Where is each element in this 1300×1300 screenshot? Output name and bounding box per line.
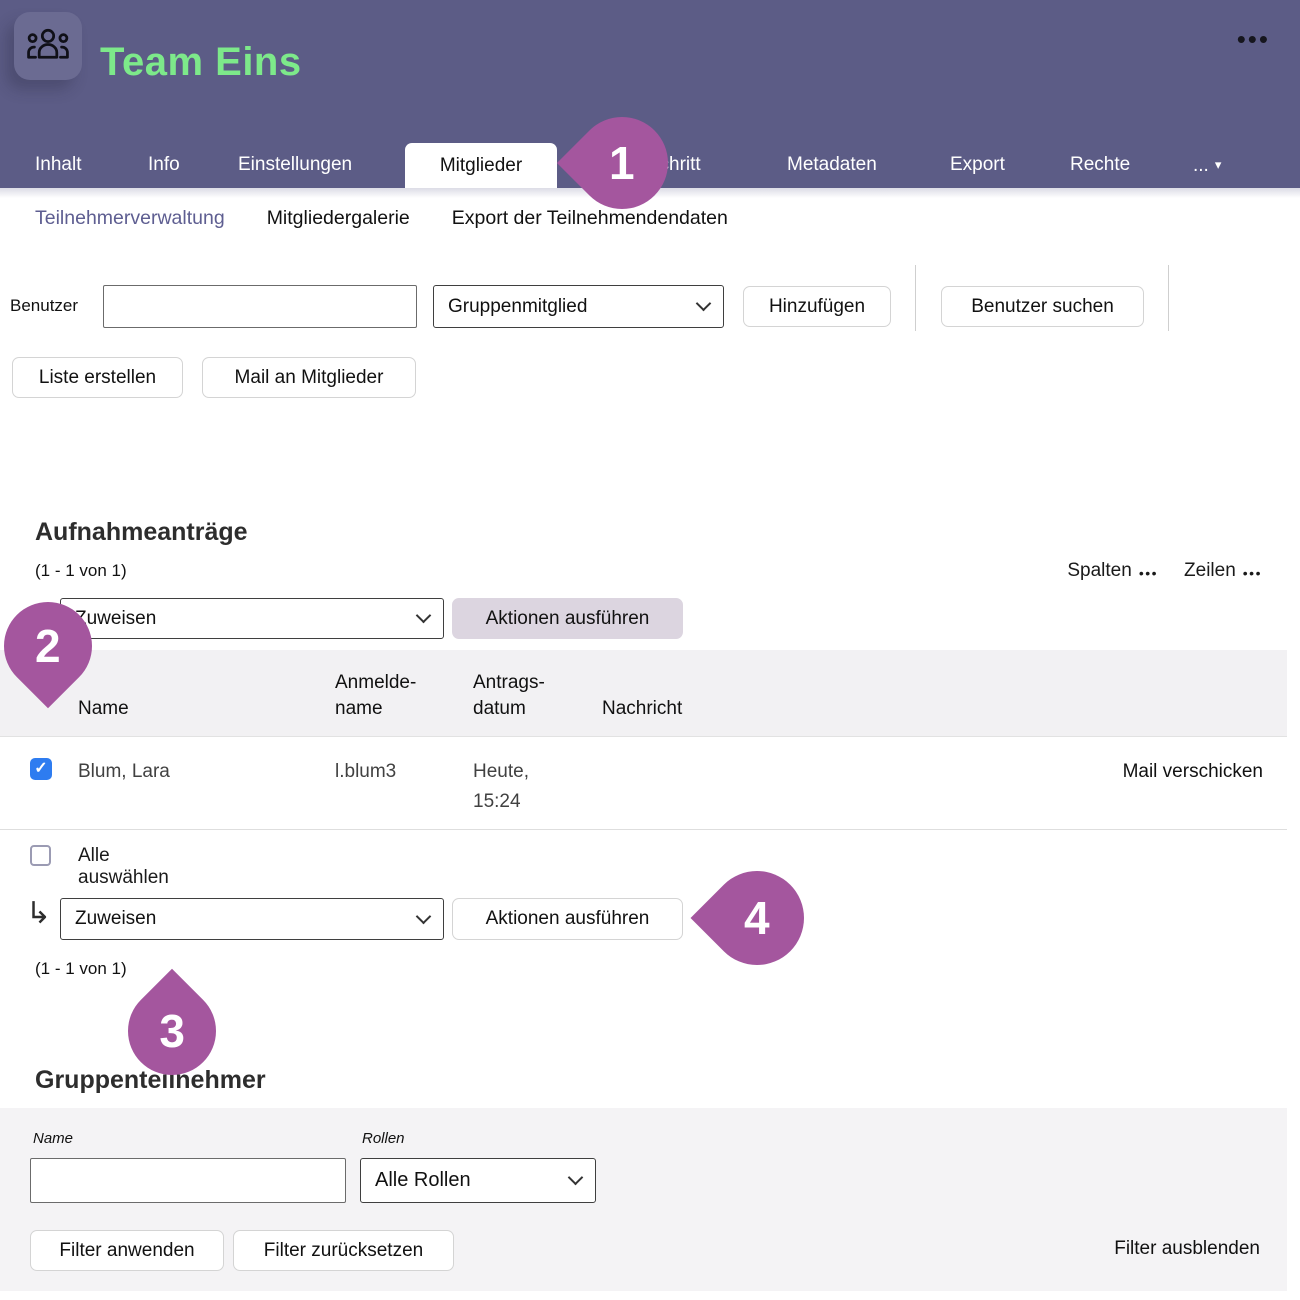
tab-mitglieder-selected[interactable]: Mitglieder	[405, 143, 557, 188]
cell-login: l.blum3	[335, 757, 396, 787]
divider	[915, 265, 916, 331]
requests-count-bottom: (1 - 1 von 1)	[35, 959, 127, 979]
callout-4: 4	[691, 852, 824, 985]
filter-anwenden-button[interactable]: Filter anwenden	[30, 1230, 224, 1271]
chevron-down-icon	[696, 296, 712, 312]
bulk-action-select-top[interactable]: Zuweisen	[60, 598, 444, 639]
kebab-horizontal-icon: •••	[1139, 562, 1158, 581]
tab-inhalt[interactable]: Inhalt	[35, 142, 81, 188]
filter-name-label: Name	[33, 1130, 73, 1147]
divider	[1168, 265, 1169, 331]
bulk-action-value-bottom: Zuweisen	[75, 908, 156, 930]
role-select-value: Gruppenmitglied	[448, 296, 587, 318]
benutzer-label: Benutzer	[10, 296, 78, 316]
page: Team Eins ••• Inhalt Info Einstellungen …	[0, 0, 1300, 1300]
filter-zuruecksetzen-button[interactable]: Filter zurücksetzen	[233, 1230, 454, 1271]
column-header-anmeldename: Anmelde- name	[335, 670, 416, 722]
aktionen-ausfuehren-button-bottom[interactable]: Aktionen ausführen	[452, 898, 683, 940]
apply-to-selection-arrow-icon: ↳	[26, 896, 51, 931]
table-config-row: Spalten ••• Zeilen •••	[1067, 560, 1262, 582]
check-icon: ✓	[34, 760, 47, 777]
requests-count: (1 - 1 von 1)	[35, 561, 127, 581]
tab-info[interactable]: Info	[148, 142, 180, 188]
mail-an-mitglieder-button[interactable]: Mail an Mitglieder	[202, 357, 416, 398]
chevron-down-icon: ▾	[1215, 157, 1222, 172]
column-header-antragsdatum: Antrags- datum	[473, 670, 545, 722]
aktionen-ausfuehren-button-top[interactable]: Aktionen ausführen	[452, 598, 683, 639]
select-all-checkbox[interactable]	[30, 845, 51, 866]
tab-metadaten[interactable]: Metadaten	[787, 142, 877, 188]
header-kebab-menu-icon[interactable]: •••	[1237, 24, 1270, 55]
table-row: ✓ Blum, Lara l.blum3 Heute, 15:24 Mail v…	[0, 737, 1287, 830]
tab-rechte[interactable]: Rechte	[1070, 142, 1130, 188]
tab-export[interactable]: Export	[950, 142, 1005, 188]
group-avatar	[14, 12, 82, 80]
column-header-name: Name	[78, 696, 129, 722]
filter-rollen-label: Rollen	[362, 1130, 405, 1147]
tab-more[interactable]: ...▾	[1193, 142, 1221, 188]
subnav-mitgliedergalerie[interactable]: Mitgliedergalerie	[267, 207, 410, 230]
tab-einstellungen[interactable]: Einstellungen	[238, 142, 352, 188]
group-people-icon	[26, 27, 70, 66]
subnav: Teilnehmerverwaltung Mitgliedergalerie E…	[35, 207, 728, 230]
subnav-teilnehmerverwaltung[interactable]: Teilnehmerverwaltung	[35, 207, 225, 230]
benutzer-input[interactable]	[103, 285, 417, 328]
spalten-menu[interactable]: Spalten •••	[1067, 560, 1158, 582]
filter-panel: Name Rollen Alle Rollen Filter anwenden …	[0, 1108, 1287, 1291]
cell-date: Heute, 15:24	[473, 757, 529, 817]
rollen-select[interactable]: Alle Rollen	[360, 1158, 596, 1203]
page-title: Team Eins	[100, 40, 302, 85]
hinzufuegen-button[interactable]: Hinzufügen	[743, 286, 891, 327]
chevron-down-icon	[416, 908, 432, 924]
row-checkbox-checked[interactable]: ✓	[30, 758, 52, 780]
participants-section-title: Gruppenteilnehmer	[35, 1066, 266, 1095]
requests-section-title: Aufnahmeanträge	[35, 518, 248, 547]
subnav-export-teilnehmendendaten[interactable]: Export der Teilnehmendendaten	[452, 207, 728, 230]
bulk-action-select-bottom[interactable]: Zuweisen	[60, 898, 444, 940]
zeilen-menu[interactable]: Zeilen •••	[1184, 560, 1262, 582]
select-all-label: Alle auswählen	[78, 845, 169, 889]
requests-table-header: Name Anmelde- name Antrags- datum Nachri…	[0, 650, 1287, 737]
benutzer-suchen-button[interactable]: Benutzer suchen	[941, 286, 1144, 327]
role-select[interactable]: Gruppenmitglied	[433, 285, 724, 328]
filter-name-input[interactable]	[30, 1158, 346, 1203]
chevron-down-icon	[416, 608, 432, 624]
column-header-nachricht: Nachricht	[602, 696, 682, 722]
rollen-select-value: Alle Rollen	[375, 1169, 471, 1192]
filter-ausblenden-link[interactable]: Filter ausblenden	[1114, 1238, 1260, 1260]
kebab-horizontal-icon: •••	[1243, 562, 1262, 581]
liste-erstellen-button[interactable]: Liste erstellen	[12, 357, 183, 398]
mail-verschicken-link[interactable]: Mail verschicken	[1123, 757, 1263, 787]
chevron-down-icon	[568, 1170, 584, 1186]
cell-name: Blum, Lara	[78, 757, 170, 787]
